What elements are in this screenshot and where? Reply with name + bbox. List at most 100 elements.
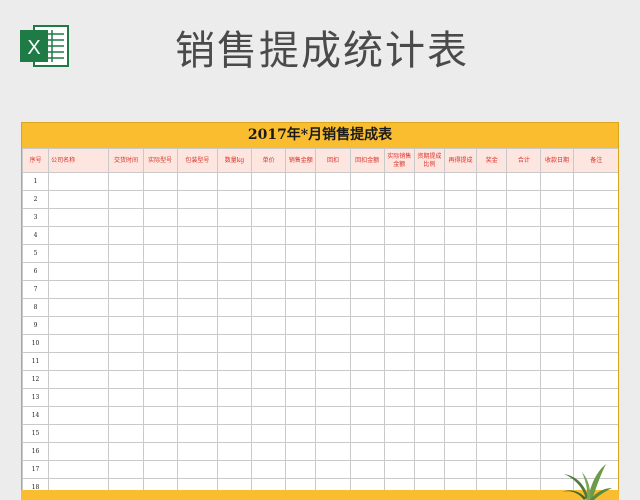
table-cell[interactable] xyxy=(108,352,144,371)
table-cell[interactable] xyxy=(506,226,542,245)
table-cell[interactable] xyxy=(540,226,574,245)
table-cell[interactable] xyxy=(572,316,618,335)
table-cell[interactable] xyxy=(413,460,445,479)
table-cell[interactable] xyxy=(383,172,415,191)
table-cell[interactable] xyxy=(413,370,445,389)
table-cell[interactable] xyxy=(285,280,317,299)
table-cell[interactable] xyxy=(251,352,287,371)
row-number-cell[interactable]: 11 xyxy=(22,352,50,371)
table-cell[interactable] xyxy=(572,190,618,209)
table-cell[interactable] xyxy=(443,460,478,479)
row-number-cell[interactable]: 4 xyxy=(22,226,50,245)
table-cell[interactable] xyxy=(506,190,542,209)
table-cell[interactable] xyxy=(285,190,317,209)
table-cell[interactable] xyxy=(413,388,445,407)
table-cell[interactable] xyxy=(572,334,618,353)
table-cell[interactable] xyxy=(48,334,110,353)
table-cell[interactable] xyxy=(48,262,110,281)
table-cell[interactable] xyxy=(216,226,253,245)
col-header[interactable]: 序号 xyxy=(22,148,50,173)
table-cell[interactable] xyxy=(572,424,618,443)
row-number-cell[interactable]: 10 xyxy=(22,334,50,353)
table-cell[interactable] xyxy=(413,208,445,227)
table-cell[interactable] xyxy=(216,262,253,281)
table-cell[interactable] xyxy=(572,280,618,299)
table-cell[interactable] xyxy=(540,334,574,353)
table-cell[interactable] xyxy=(48,442,110,461)
table-cell[interactable] xyxy=(285,352,317,371)
row-number-cell[interactable]: 8 xyxy=(22,298,50,317)
table-cell[interactable] xyxy=(540,262,574,281)
table-cell[interactable] xyxy=(251,442,287,461)
table-cell[interactable] xyxy=(540,280,574,299)
table-cell[interactable] xyxy=(251,406,287,425)
row-number-cell[interactable]: 12 xyxy=(22,370,50,389)
table-cell[interactable] xyxy=(108,388,144,407)
table-cell[interactable] xyxy=(383,208,415,227)
table-cell[interactable] xyxy=(540,172,574,191)
table-cell[interactable] xyxy=(383,334,415,353)
table-cell[interactable] xyxy=(383,316,415,335)
table-cell[interactable] xyxy=(443,442,478,461)
row-number-cell[interactable]: 2 xyxy=(22,190,50,209)
table-cell[interactable] xyxy=(413,244,445,263)
table-cell[interactable] xyxy=(48,370,110,389)
table-cell[interactable] xyxy=(108,406,144,425)
table-cell[interactable] xyxy=(142,442,178,461)
table-cell[interactable] xyxy=(48,190,110,209)
table-cell[interactable] xyxy=(540,370,574,389)
table-cell[interactable] xyxy=(216,244,253,263)
table-cell[interactable] xyxy=(315,316,351,335)
table-cell[interactable] xyxy=(443,298,478,317)
row-number-cell[interactable]: 5 xyxy=(22,244,50,263)
table-cell[interactable] xyxy=(443,190,478,209)
table-cell[interactable] xyxy=(572,352,618,371)
table-cell[interactable] xyxy=(443,370,478,389)
table-cell[interactable] xyxy=(476,334,508,353)
table-cell[interactable] xyxy=(506,424,542,443)
table-cell[interactable] xyxy=(443,244,478,263)
table-cell[interactable] xyxy=(142,424,178,443)
table-cell[interactable] xyxy=(476,280,508,299)
table-cell[interactable] xyxy=(142,190,178,209)
table-cell[interactable] xyxy=(413,172,445,191)
table-cell[interactable] xyxy=(48,280,110,299)
table-cell[interactable] xyxy=(176,262,218,281)
table-cell[interactable] xyxy=(251,424,287,443)
col-header[interactable]: 资期提成比例 xyxy=(413,148,445,173)
table-cell[interactable] xyxy=(285,442,317,461)
table-cell[interactable] xyxy=(108,280,144,299)
table-cell[interactable] xyxy=(383,442,415,461)
table-cell[interactable] xyxy=(315,226,351,245)
table-cell[interactable] xyxy=(176,298,218,317)
table-cell[interactable] xyxy=(383,262,415,281)
table-cell[interactable] xyxy=(572,226,618,245)
table-cell[interactable] xyxy=(251,334,287,353)
col-header[interactable]: 实际型号 xyxy=(142,148,178,173)
table-cell[interactable] xyxy=(176,334,218,353)
col-header[interactable]: 收款日期 xyxy=(540,148,574,173)
table-cell[interactable] xyxy=(540,190,574,209)
table-cell[interactable] xyxy=(443,316,478,335)
table-cell[interactable] xyxy=(349,424,385,443)
table-cell[interactable] xyxy=(48,172,110,191)
table-cell[interactable] xyxy=(476,352,508,371)
table-cell[interactable] xyxy=(285,316,317,335)
table-cell[interactable] xyxy=(506,442,542,461)
table-cell[interactable] xyxy=(506,460,542,479)
table-cell[interactable] xyxy=(476,388,508,407)
table-cell[interactable] xyxy=(506,370,542,389)
table-cell[interactable] xyxy=(176,280,218,299)
table-cell[interactable] xyxy=(349,298,385,317)
table-cell[interactable] xyxy=(572,262,618,281)
table-cell[interactable] xyxy=(349,190,385,209)
table-cell[interactable] xyxy=(383,190,415,209)
table-cell[interactable] xyxy=(572,388,618,407)
table-cell[interactable] xyxy=(108,172,144,191)
table-cell[interactable] xyxy=(315,442,351,461)
table-cell[interactable] xyxy=(216,316,253,335)
table-cell[interactable] xyxy=(216,190,253,209)
table-cell[interactable] xyxy=(176,172,218,191)
table-cell[interactable] xyxy=(349,442,385,461)
table-cell[interactable] xyxy=(349,406,385,425)
